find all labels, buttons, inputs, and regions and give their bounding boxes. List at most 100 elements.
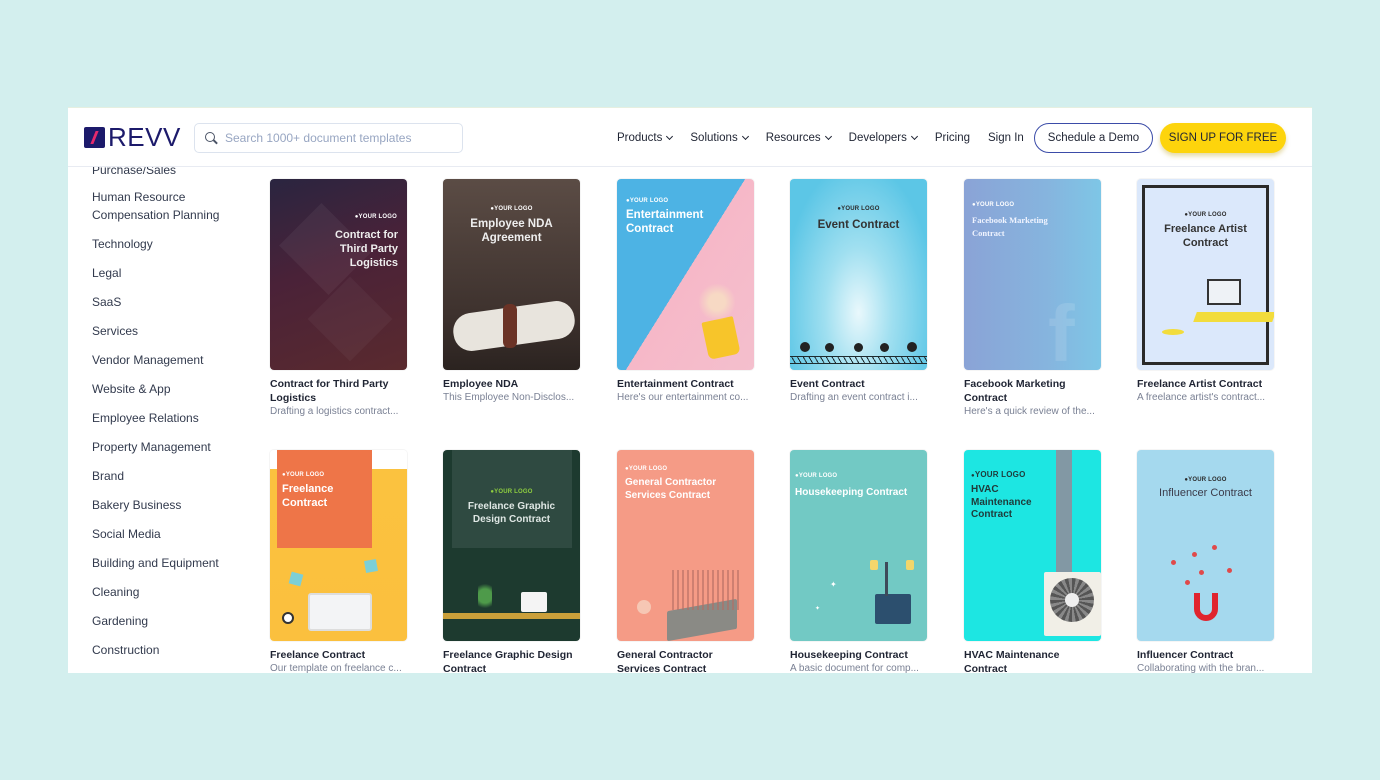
template-description: This Employee Non-Disclos... [443, 392, 575, 403]
nav-pricing[interactable]: Pricing [935, 132, 970, 144]
nav-label: Resources [765, 131, 821, 144]
chevron-down-icon [741, 132, 749, 140]
logo-text: REVV [108, 122, 181, 152]
template-title: HVAC Maintenance Contract [964, 649, 1060, 673]
your-logo-placeholder: YOUR LOGO [1137, 212, 1274, 218]
template-description: Here's a quick review of the... [964, 406, 1095, 417]
sign-up-button[interactable]: SIGN UP FOR FREE [1160, 123, 1286, 153]
template-description: A freelance artist's contract... [1137, 392, 1266, 403]
template-title: Influencer Contract [1137, 649, 1234, 661]
cover-title: Employee NDA Agreement [470, 218, 553, 245]
template-title: Facebook Marketing Contract [964, 378, 1066, 404]
category-item[interactable]: Legal [92, 264, 252, 282]
template-title: General Contractor Services Contract [617, 649, 713, 673]
template-card[interactable]: YOUR LOGO HVAC Maintenance Contract HVAC… [964, 450, 1101, 673]
template-thumbnail: YOUR LOGO Employee NDA Agreement [443, 179, 580, 370]
category-item[interactable]: Building and Equipment [92, 554, 252, 572]
category-item[interactable]: Construction [92, 641, 252, 659]
your-logo-placeholder: YOUR LOGO [790, 206, 927, 212]
category-item[interactable]: Property Management [92, 438, 252, 456]
template-card[interactable]: YOUR LOGO Contract for Third Party Logis… [270, 179, 407, 419]
template-card[interactable]: YOUR LOGO General Contractor Services Co… [617, 450, 754, 673]
template-card[interactable]: YOUR LOGO Freelance Contract Freelance C… [270, 450, 407, 673]
template-card[interactable]: YOUR LOGO Employee NDA Agreement Employe… [443, 179, 580, 405]
template-thumbnail: YOUR LOGO Freelance Graphic Design Contr… [443, 450, 580, 641]
cover-title: HVAC Maintenance Contract [971, 484, 1032, 520]
template-description: A basic document for comp... [790, 663, 919, 673]
category-item[interactable]: Gardening [92, 612, 252, 630]
template-thumbnail: YOUR LOGO HVAC Maintenance Contract [964, 450, 1101, 641]
your-logo-placeholder: YOUR LOGO [355, 214, 397, 220]
category-item[interactable]: Bakery Business [92, 496, 252, 514]
template-card[interactable]: YOUR LOGO Freelance Graphic Design Contr… [443, 450, 580, 673]
nav-label: Sign In [988, 131, 1024, 144]
template-card[interactable]: YOUR LOGO Entertainment Contract Enterta… [617, 179, 754, 405]
your-logo-placeholder: YOUR LOGO [626, 198, 668, 204]
chevron-down-icon [910, 132, 918, 140]
browser-page: REVV Products Solutions Resources Develo… [68, 107, 1312, 673]
template-card[interactable]: YOUR LOGO Freelance Artist Contract Free… [1137, 179, 1274, 405]
template-card[interactable]: f YOUR LOGO Facebook Marketing Contract … [964, 179, 1101, 419]
template-description: Collaborating with the bran... [1137, 663, 1265, 673]
template-card[interactable]: ✦ ✦ YOUR LOGO Housekeeping Contract Hous… [790, 450, 927, 673]
template-title: Freelance Artist Contract [1137, 378, 1263, 390]
nav-label: Products [617, 131, 663, 144]
template-title: Housekeeping Contract [790, 649, 908, 661]
cover-title: Facebook Marketing Contract [972, 215, 1048, 238]
template-thumbnail: YOUR LOGO Freelance Artist Contract [1137, 179, 1274, 370]
main-nav: Products Solutions Resources Developers … [617, 108, 1042, 167]
nav-developers[interactable]: Developers [848, 131, 918, 144]
category-item[interactable]: Technology [92, 235, 252, 253]
template-thumbnail: YOUR LOGO Event Contract [790, 179, 927, 370]
category-item[interactable]: Vendor Management [92, 351, 252, 369]
search-input[interactable] [225, 131, 445, 145]
template-thumbnail: YOUR LOGO Freelance Contract [270, 450, 407, 641]
template-description: Drafting an event contract i... [790, 392, 918, 403]
category-item[interactable]: Cleaning [92, 583, 252, 601]
template-card[interactable]: YOUR LOGO Influencer Contract Influencer… [1137, 450, 1274, 673]
category-item[interactable]: Brand [92, 467, 252, 485]
cover-title: Contract for Third Party Logistics [335, 229, 398, 269]
cover-title: Housekeeping Contract [795, 487, 908, 498]
nav-label: Developers [848, 131, 907, 144]
cover-title: Influencer Contract [1159, 487, 1252, 499]
site-header: REVV Products Solutions Resources Develo… [68, 108, 1312, 167]
template-card[interactable]: YOUR LOGO Event Contract Event Contract … [790, 179, 927, 405]
template-thumbnail: f YOUR LOGO Facebook Marketing Contract [964, 179, 1101, 370]
nav-solutions[interactable]: Solutions [690, 131, 749, 144]
category-item[interactable]: Employee Relations [92, 409, 252, 427]
revv-logo[interactable]: REVV [84, 122, 181, 152]
cover-title: Freelance Artist Contract [1164, 223, 1247, 249]
nav-label: Solutions [690, 131, 738, 144]
template-thumbnail: YOUR LOGO General Contractor Services Co… [617, 450, 754, 641]
your-logo-placeholder: YOUR LOGO [282, 472, 324, 478]
category-item[interactable]: SaaS [92, 293, 252, 311]
chevron-down-icon [824, 132, 832, 140]
revv-logo-icon [84, 126, 105, 148]
cover-title: Freelance Graphic Design Contract [467, 501, 556, 525]
category-item[interactable]: Services [92, 322, 252, 340]
category-item[interactable]: Website & App [92, 380, 252, 398]
template-title: Contract for Third Party Logistics [270, 378, 389, 404]
nav-resources[interactable]: Resources [765, 131, 832, 144]
template-thumbnail: YOUR LOGO Contract for Third Party Logis… [270, 179, 407, 370]
template-thumbnail: YOUR LOGO Influencer Contract [1137, 450, 1274, 641]
your-logo-placeholder: YOUR LOGO [625, 466, 667, 472]
template-description: Drafting a logistics contract... [270, 406, 399, 417]
nav-sign-in[interactable]: Sign In [988, 132, 1024, 144]
cover-title: Entertainment Contract [626, 209, 704, 236]
your-logo-placeholder: YOUR LOGO [795, 473, 837, 479]
your-logo-placeholder: YOUR LOGO [1137, 477, 1274, 483]
schedule-demo-button[interactable]: Schedule a Demo [1034, 123, 1153, 153]
template-thumbnail: YOUR LOGO Entertainment Contract [617, 179, 754, 370]
template-title: Event Contract [790, 378, 865, 390]
category-item[interactable]: Human Resource Compensation Planning [92, 188, 227, 224]
category-item[interactable]: Social Media [92, 525, 252, 543]
nav-label: Pricing [934, 131, 970, 144]
search-box[interactable] [194, 123, 463, 153]
template-title: Entertainment Contract [617, 378, 734, 390]
nav-products[interactable]: Products [617, 131, 674, 144]
cover-title: Freelance Contract [282, 483, 334, 509]
template-title: Freelance Contract [270, 649, 366, 661]
your-logo-placeholder: YOUR LOGO [443, 206, 580, 212]
